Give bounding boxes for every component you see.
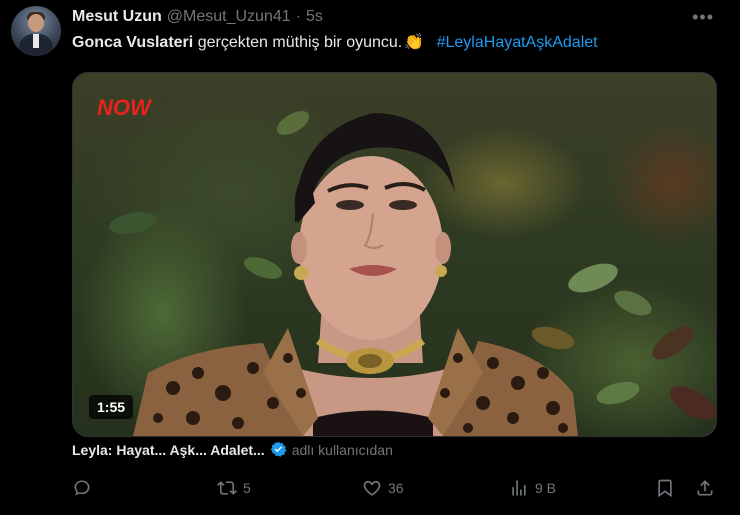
retweet-count: 5 [243, 480, 251, 496]
action-bar: 5 36 9 B [72, 478, 722, 500]
separator-dot: · [295, 8, 301, 25]
avatar[interactable] [11, 6, 61, 56]
bookmark-button[interactable] [655, 478, 675, 498]
reply-icon [74, 480, 90, 496]
analytics-icon [512, 480, 526, 496]
video-frame-woman [109, 111, 716, 436]
video-duration: 1:55 [89, 395, 134, 419]
tweet-text: Gonca Vuslateri gerçekten müthiş bir oyu… [72, 32, 598, 52]
source-attribution: adlı kullanıcıdan [291, 441, 393, 458]
author-name[interactable]: Mesut Uzun [72, 8, 162, 26]
reply-button[interactable] [72, 478, 98, 498]
like-button[interactable]: 36 [362, 478, 404, 498]
bookmark-icon [658, 479, 672, 498]
clap-emoji-icon: 👏 [404, 34, 425, 51]
retweet-icon [217, 481, 237, 495]
like-count: 36 [388, 480, 404, 496]
hashtag-link[interactable]: #LeylaHayatAşkAdalet [437, 34, 598, 51]
source-account-name[interactable]: Leyla: Hayat... Aşk... Adalet... [72, 442, 265, 458]
video-player[interactable]: NOW 1:55 [72, 72, 717, 437]
author-handle[interactable]: @Mesut_Uzun41 [167, 8, 291, 26]
share-button[interactable] [695, 478, 715, 498]
tweet-header: Mesut Uzun @Mesut_Uzun41 · 5s [72, 6, 323, 28]
avatar-shirt [33, 34, 39, 48]
video-source: Leyla: Hayat... Aşk... Adalet... adlı ku… [72, 441, 393, 458]
views-button[interactable]: 9 B [509, 478, 556, 498]
view-count: 9 B [535, 480, 557, 496]
now-channel-logo: NOW [97, 95, 151, 120]
retweet-button[interactable]: 5 [217, 478, 251, 498]
share-icon [697, 480, 713, 496]
heart-icon [363, 480, 381, 496]
timestamp[interactable]: 5s [306, 8, 323, 26]
tweet-bold-text: Gonca Vuslateri [72, 34, 194, 51]
more-options-icon[interactable]: ••• [692, 7, 714, 28]
verified-badge-icon [270, 441, 287, 458]
tweet-plain-text: gerçekten müthiş bir oyuncu. [197, 34, 403, 51]
avatar-face [28, 14, 44, 32]
